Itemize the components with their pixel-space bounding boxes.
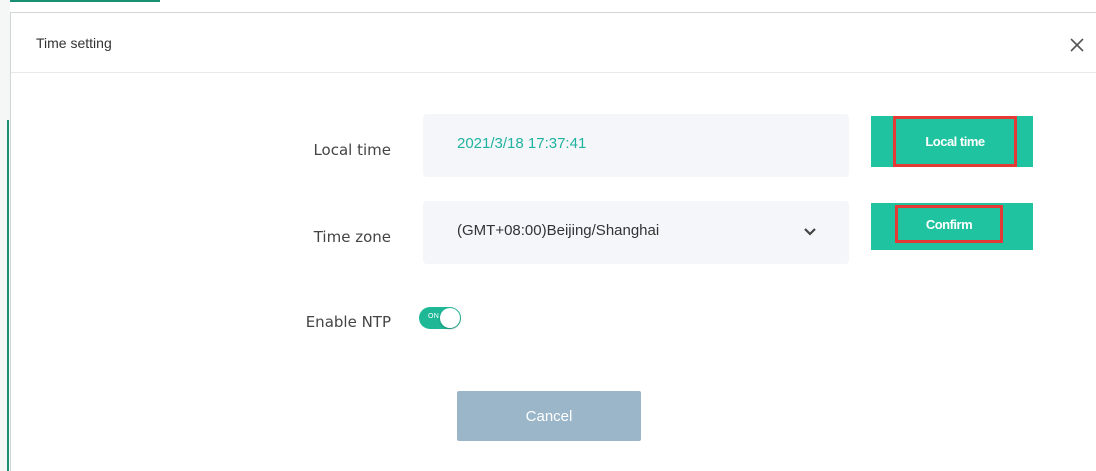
dialog-title: Time setting — [36, 35, 112, 51]
ntp-toggle-text: ON — [428, 313, 440, 320]
time-setting-dialog: Time setting Local time 2021/3/18 17:37:… — [10, 12, 1096, 471]
close-icon[interactable] — [1069, 37, 1085, 53]
time-zone-select[interactable]: (GMT+08:00)Beijing/Shanghai — [423, 201, 849, 264]
local-time-value: 2021/3/18 17:37:41 — [457, 135, 587, 152]
ntp-toggle[interactable]: ON — [419, 307, 461, 329]
time-zone-label: Time zone — [313, 228, 391, 246]
confirm-button-label: Confirm — [895, 205, 1003, 243]
time-zone-value: (GMT+08:00)Beijing/Shanghai — [457, 222, 660, 239]
cancel-button[interactable]: Cancel — [457, 391, 641, 441]
background-side-line — [7, 120, 9, 471]
local-time-button[interactable]: Local time — [871, 116, 1033, 167]
local-time-field: 2021/3/18 17:37:41 — [423, 114, 849, 177]
toggle-knob — [440, 308, 460, 328]
confirm-button[interactable]: Confirm — [871, 203, 1033, 250]
dialog-header: Time setting — [11, 13, 1096, 73]
chevron-down-icon — [804, 228, 816, 236]
enable-ntp-label: Enable NTP — [305, 313, 391, 331]
background-accent-line — [10, 0, 160, 2]
local-time-label: Local time — [313, 141, 391, 159]
local-time-button-label: Local time — [893, 116, 1017, 167]
